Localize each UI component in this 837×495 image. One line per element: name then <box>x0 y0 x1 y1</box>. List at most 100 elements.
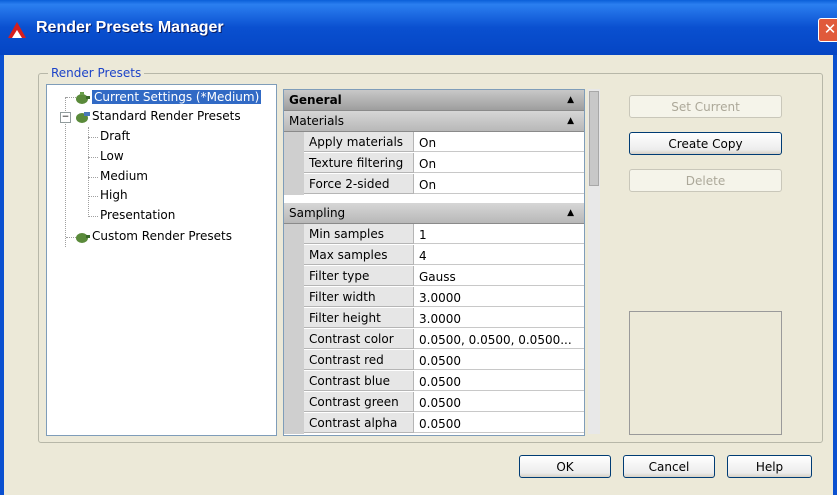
category-sampling[interactable]: Sampling ▲ <box>284 203 584 224</box>
tree-connector <box>88 196 98 197</box>
ok-button[interactable]: OK <box>519 455 611 478</box>
property-value[interactable]: Gauss <box>414 266 584 286</box>
collapse-icon[interactable]: − <box>60 112 71 123</box>
property-row[interactable]: Filter width 3.0000 <box>284 287 584 308</box>
property-name: Contrast color <box>304 329 414 349</box>
property-row[interactable]: Contrast red 0.0500 <box>284 350 584 371</box>
row-gutter <box>284 266 304 287</box>
row-gutter <box>284 413 304 434</box>
property-value[interactable]: 3.0000 <box>414 287 584 307</box>
property-row[interactable]: Contrast color 0.0500, 0.0500, 0.0500... <box>284 329 584 350</box>
tree-item-medium[interactable]: Medium <box>100 168 148 185</box>
cancel-button[interactable]: Cancel <box>623 455 715 478</box>
create-copy-button[interactable]: Create Copy <box>629 132 782 155</box>
property-value[interactable]: On <box>414 174 584 194</box>
tree-item-label: Custom Render Presets <box>92 229 232 243</box>
property-name: Contrast green <box>304 392 414 412</box>
collapse-arrow-icon[interactable]: ▲ <box>567 111 574 131</box>
render-presets-manager-window: Render Presets Manager ✕ Render Presets … <box>0 0 837 495</box>
property-name: Contrast red <box>304 350 414 370</box>
category-label: Sampling <box>289 206 346 220</box>
tree-item-custom-render-presets[interactable]: Custom Render Presets <box>73 228 232 245</box>
property-name: Contrast blue <box>304 371 414 391</box>
property-row[interactable]: Contrast green 0.0500 <box>284 392 584 413</box>
property-row[interactable]: Min samples 1 <box>284 224 584 245</box>
property-name: Min samples <box>304 224 414 244</box>
property-value[interactable]: 0.0500 <box>414 413 584 433</box>
collapse-arrow-icon[interactable]: ▲ <box>567 90 574 110</box>
property-row[interactable]: Contrast blue 0.0500 <box>284 371 584 392</box>
property-name: Texture filtering <box>304 153 414 173</box>
property-row[interactable]: Filter type Gauss <box>284 266 584 287</box>
property-row[interactable]: Contrast alpha 0.0500 <box>284 413 584 434</box>
tree-connector <box>88 177 98 178</box>
set-current-button[interactable]: Set Current <box>629 95 782 118</box>
category-materials[interactable]: Materials ▲ <box>284 111 584 132</box>
property-value[interactable]: On <box>414 132 584 152</box>
row-gutter <box>284 132 304 153</box>
tree-connector <box>88 216 98 217</box>
property-value[interactable]: 0.0500 <box>414 392 584 412</box>
property-name: Max samples <box>304 245 414 265</box>
window-title: Render Presets Manager <box>36 19 224 36</box>
title-bar[interactable]: Render Presets Manager ✕ <box>0 0 837 55</box>
row-gutter <box>284 224 304 245</box>
property-row[interactable]: Texture filtering On <box>284 153 584 174</box>
render-presets-group-label: Render Presets <box>48 66 145 80</box>
window-border-left <box>0 55 4 495</box>
tree-item-current-settings[interactable]: Current Settings (*Medium) <box>73 89 263 106</box>
tree-item-label: Presentation <box>100 208 176 222</box>
row-gutter <box>284 245 304 266</box>
grid-scrollbar[interactable] <box>588 89 600 434</box>
tree-item-draft[interactable]: Draft <box>100 128 130 145</box>
property-name: Filter height <box>304 308 414 328</box>
window-border-right <box>833 55 837 495</box>
property-row[interactable]: Apply materials On <box>284 132 584 153</box>
property-value[interactable]: 3.0000 <box>414 308 584 328</box>
tree-item-standard-render-presets[interactable]: Standard Render Presets <box>73 108 241 125</box>
property-name: Contrast alpha <box>304 413 414 433</box>
category-general[interactable]: General ▲ <box>284 90 584 111</box>
row-gutter <box>284 329 304 350</box>
collapse-arrow-icon[interactable]: ▲ <box>567 203 574 223</box>
tree-item-presentation[interactable]: Presentation <box>100 207 175 224</box>
tree-item-low[interactable]: Low <box>100 148 124 165</box>
tree-connector <box>88 157 98 158</box>
row-gutter <box>284 350 304 371</box>
property-value[interactable]: 4 <box>414 245 584 265</box>
row-gutter <box>284 153 304 174</box>
teapot-folder-icon <box>73 110 91 124</box>
property-name: Filter type <box>304 266 414 286</box>
property-value[interactable]: 1 <box>414 224 584 244</box>
tree-connector <box>88 137 98 138</box>
scrollbar-thumb[interactable] <box>589 91 599 186</box>
tree-item-label: Current Settings (*Medium) <box>90 89 263 105</box>
category-label: General <box>289 93 342 107</box>
row-gutter <box>284 392 304 413</box>
row-gutter <box>284 174 304 195</box>
teapot-preset-icon <box>73 230 91 244</box>
tree-item-label: Low <box>100 149 124 163</box>
property-row[interactable]: Filter height 3.0000 <box>284 308 584 329</box>
row-gutter <box>284 287 304 308</box>
property-value[interactable]: 0.0500, 0.0500, 0.0500... <box>414 329 584 349</box>
delete-button[interactable]: Delete <box>629 169 782 192</box>
tree-item-label: Draft <box>100 129 131 143</box>
property-value[interactable]: 0.0500 <box>414 350 584 370</box>
properties-grid[interactable]: General ▲ Materials ▲ Apply materials On … <box>283 89 585 436</box>
close-icon[interactable]: ✕ <box>818 18 837 42</box>
property-name: Filter width <box>304 287 414 307</box>
help-button[interactable]: Help <box>727 455 812 478</box>
property-value[interactable]: On <box>414 153 584 173</box>
property-value[interactable]: 0.0500 <box>414 371 584 391</box>
tree-item-label: Medium <box>100 169 148 183</box>
row-gutter <box>284 371 304 392</box>
tree-item-high[interactable]: High <box>100 187 128 204</box>
presets-tree[interactable]: Current Settings (*Medium) − Standard Re… <box>46 84 277 436</box>
property-row[interactable]: Max samples 4 <box>284 245 584 266</box>
teapot-preset-icon <box>73 91 91 105</box>
category-label: Materials <box>289 114 345 128</box>
property-row[interactable]: Force 2-sided On <box>284 174 584 195</box>
preset-preview-panel <box>629 311 782 435</box>
property-name: Apply materials <box>304 132 414 152</box>
